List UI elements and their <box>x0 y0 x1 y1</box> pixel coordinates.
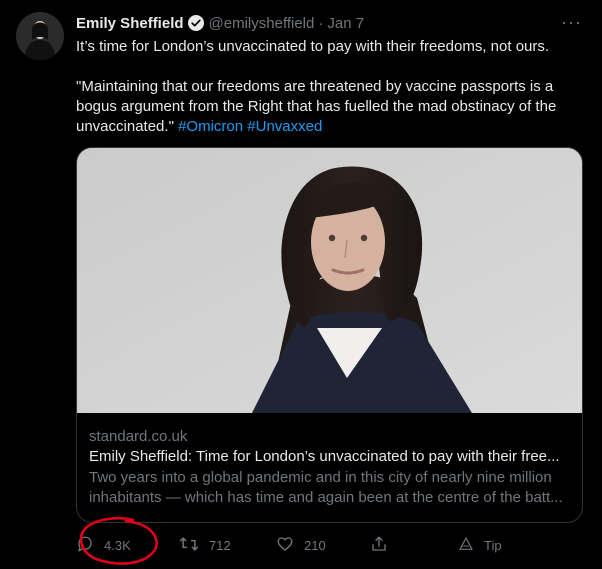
red-circle-annotation <box>79 516 158 565</box>
author-handle[interactable]: @emilysheffield <box>209 15 315 32</box>
more-options-icon[interactable]: ··· <box>561 12 582 33</box>
tweet-date[interactable]: Jan 7 <box>327 15 364 32</box>
hashtag-unvaxxed[interactable]: #Unvaxxed <box>247 118 322 135</box>
author-name[interactable]: Emily Sheffield <box>76 15 184 32</box>
retweet-icon <box>179 535 199 556</box>
avatar[interactable] <box>16 12 64 60</box>
tip-label: Tip <box>484 537 502 553</box>
share-button[interactable] <box>370 534 388 556</box>
tweet-text-line: It’s time for London’s unvaccinated to p… <box>76 38 550 55</box>
retweet-count: 712 <box>209 537 231 553</box>
tweet[interactable]: Emily Sheffield @emilysheffield · Jan 7 … <box>0 0 602 569</box>
verified-icon <box>187 14 205 32</box>
tip-button[interactable]: Tip <box>458 534 502 556</box>
card-description-line: inhabitants — which has time and again b… <box>89 489 563 506</box>
card-domain: standard.co.uk <box>89 428 188 445</box>
separator-dot: · <box>318 14 324 32</box>
card-description-line: Two years into a global pandemic and in … <box>89 469 552 486</box>
card-image <box>77 148 582 413</box>
tweet-quote: "Maintaining that our freedoms are threa… <box>76 77 576 137</box>
heart-icon <box>276 535 294 556</box>
like-count: 210 <box>304 537 326 553</box>
like-button[interactable]: 210 <box>276 534 326 556</box>
tip-icon <box>458 536 474 555</box>
card-title: Emily Sheffield: Time for London’s unvac… <box>89 448 560 465</box>
retweet-button[interactable]: 712 <box>179 534 231 556</box>
link-card[interactable]: standard.co.uk Emily Sheffield: Time for… <box>76 147 583 523</box>
card-description: Two years into a global pandemic and in … <box>89 468 569 508</box>
card-meta: standard.co.uk Emily Sheffield: Time for… <box>89 427 569 508</box>
hashtag-omicron[interactable]: #Omicron <box>178 118 243 135</box>
tweet-text: It’s time for London’s unvaccinated to p… <box>76 37 576 137</box>
share-icon <box>370 535 388 556</box>
tweet-header: Emily Sheffield @emilysheffield · Jan 7 <box>76 12 586 34</box>
